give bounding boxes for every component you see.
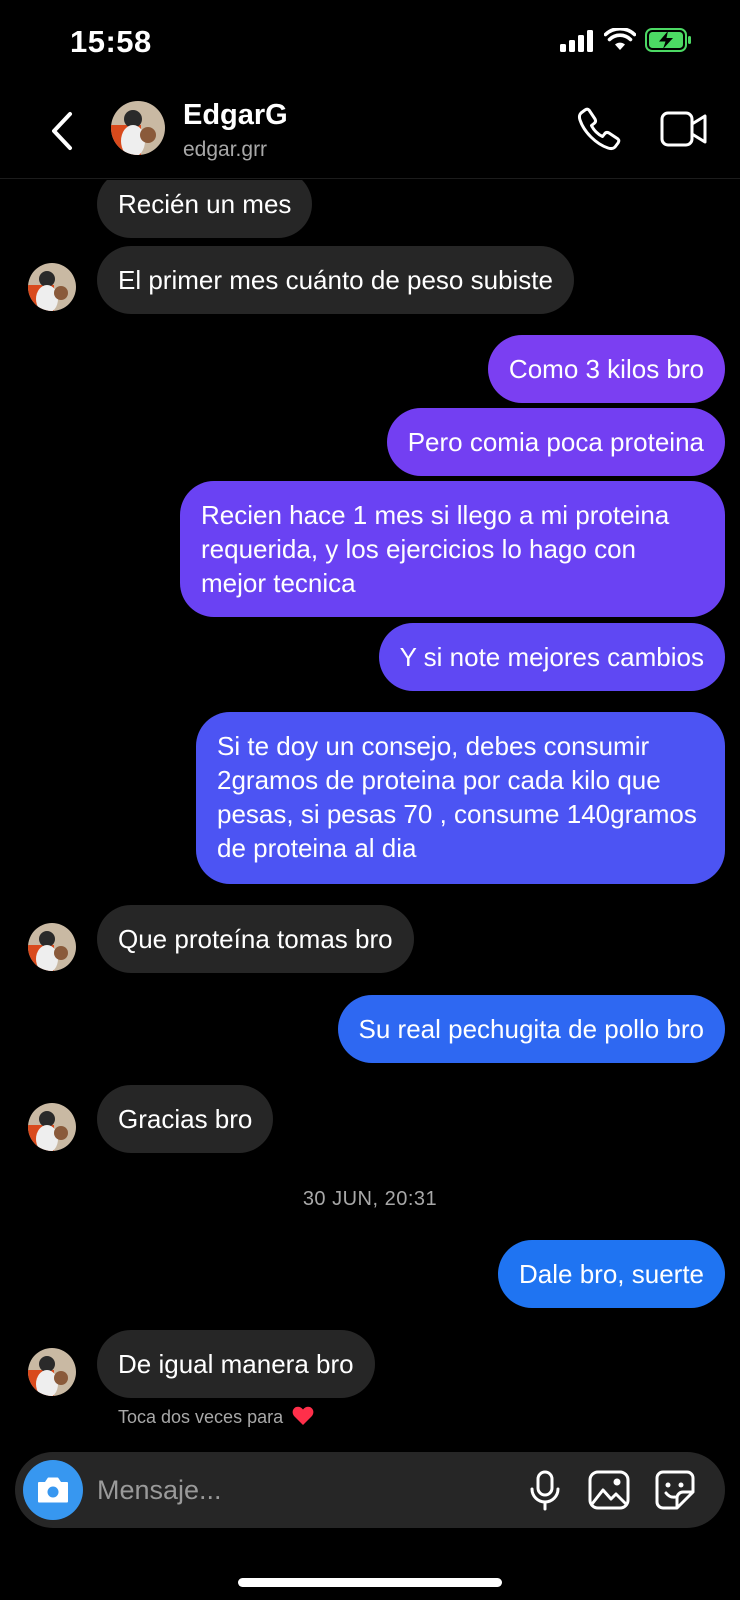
clock: 15:58 bbox=[70, 24, 152, 59]
message-outgoing[interactable]: Como 3 kilos bro bbox=[487, 335, 725, 403]
message-composer bbox=[15, 1452, 725, 1528]
camera-button[interactable] bbox=[23, 1460, 83, 1520]
message-outgoing[interactable]: Su real pechugita de pollo bro bbox=[337, 995, 725, 1063]
sticker-icon[interactable] bbox=[653, 1468, 697, 1512]
message-incoming[interactable]: El primer mes cuánto de peso subiste bbox=[97, 246, 574, 314]
message-input[interactable] bbox=[97, 1470, 497, 1510]
back-chevron-icon[interactable] bbox=[44, 108, 84, 154]
contact-name[interactable]: EdgarG bbox=[183, 99, 288, 132]
message-incoming[interactable]: De igual manera bro bbox=[97, 1330, 375, 1398]
microphone-icon[interactable] bbox=[523, 1468, 567, 1512]
cellular-signal-icon bbox=[560, 30, 593, 52]
status-bar: 15:58 bbox=[0, 0, 740, 84]
message-outgoing[interactable]: Si te doy un consejo, debes consumir 2gr… bbox=[196, 712, 725, 884]
message-incoming[interactable]: Recién un mes bbox=[97, 180, 313, 238]
message-timestamp: 30 JUN, 20:31 bbox=[302, 1188, 438, 1210]
message-incoming[interactable]: Que proteína tomas bro bbox=[97, 905, 414, 973]
hint-text: Toca dos veces para bbox=[118, 1407, 284, 1427]
sender-avatar[interactable] bbox=[28, 1103, 76, 1151]
contact-username[interactable]: edgar.grr bbox=[183, 138, 267, 162]
avatar[interactable] bbox=[111, 101, 165, 155]
chat-header: EdgarG edgar.grr bbox=[0, 84, 740, 179]
home-indicator[interactable] bbox=[238, 1578, 502, 1587]
heart-icon bbox=[292, 1406, 314, 1425]
message-outgoing[interactable]: Dale bro, suerte bbox=[498, 1240, 725, 1308]
message-outgoing[interactable]: Recien hace 1 mes si llego a mi proteina… bbox=[180, 481, 725, 617]
wifi-icon bbox=[604, 28, 636, 50]
video-camera-icon[interactable] bbox=[660, 108, 708, 150]
battery-charging-icon bbox=[645, 28, 691, 52]
message-outgoing[interactable]: Y si note mejores cambios bbox=[378, 623, 725, 691]
phone-icon[interactable] bbox=[576, 106, 622, 152]
sender-avatar[interactable] bbox=[28, 923, 76, 971]
sender-avatar[interactable] bbox=[28, 1348, 76, 1396]
double-tap-hint: Toca dos veces para bbox=[118, 1406, 314, 1428]
message-incoming[interactable]: Gracias bro bbox=[97, 1085, 274, 1153]
message-list: Recién un mes El primer mes cuánto de pe… bbox=[0, 180, 740, 1450]
camera-icon bbox=[38, 1477, 68, 1503]
gallery-icon[interactable] bbox=[587, 1468, 631, 1512]
sender-avatar[interactable] bbox=[28, 263, 76, 311]
message-outgoing[interactable]: Pero comia poca proteina bbox=[386, 408, 725, 476]
